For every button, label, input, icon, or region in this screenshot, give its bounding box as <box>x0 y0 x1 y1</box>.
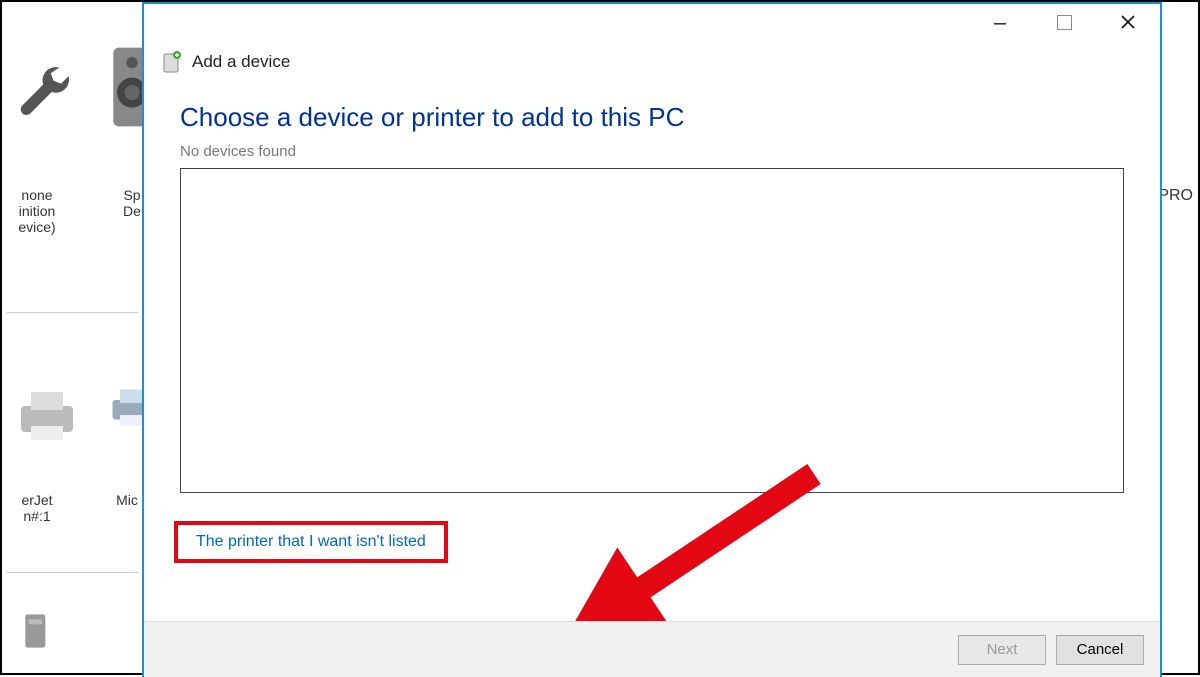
close-button[interactable] <box>1096 4 1160 40</box>
wizard-heading: Choose a device or printer to add to thi… <box>180 102 1124 133</box>
cancel-button[interactable]: Cancel <box>1056 635 1144 665</box>
bg-label-a: none inition evice) <box>0 187 82 235</box>
next-button: Next <box>958 635 1046 665</box>
bg-label-c: erJet n#:1 <box>0 492 82 524</box>
not-listed-highlight: The printer that I want isn't listed <box>174 521 448 563</box>
maximize-button[interactable] <box>1032 4 1096 40</box>
bg-separator-1 <box>7 312 138 313</box>
wizard-caption-row: Add a device <box>144 40 1160 74</box>
wizard-caption: Add a device <box>192 52 290 72</box>
minimize-button[interactable] <box>968 4 1032 40</box>
bg-label-right: PRO <box>1158 187 1193 205</box>
device-add-icon <box>162 50 182 74</box>
printer-not-listed-link[interactable]: The printer that I want isn't listed <box>196 533 426 550</box>
wizard-footer: Next Cancel <box>144 621 1160 677</box>
no-devices-status: No devices found <box>180 143 1124 160</box>
bg-printer-1 <box>7 382 87 449</box>
bg-pc-icon <box>7 607 67 658</box>
window-titlebar <box>144 4 1160 40</box>
add-device-wizard: Add a device Choose a device or printer … <box>142 2 1162 677</box>
bg-device-wrench <box>7 62 87 172</box>
device-list-box[interactable] <box>180 168 1124 493</box>
bg-separator-2 <box>7 572 138 573</box>
